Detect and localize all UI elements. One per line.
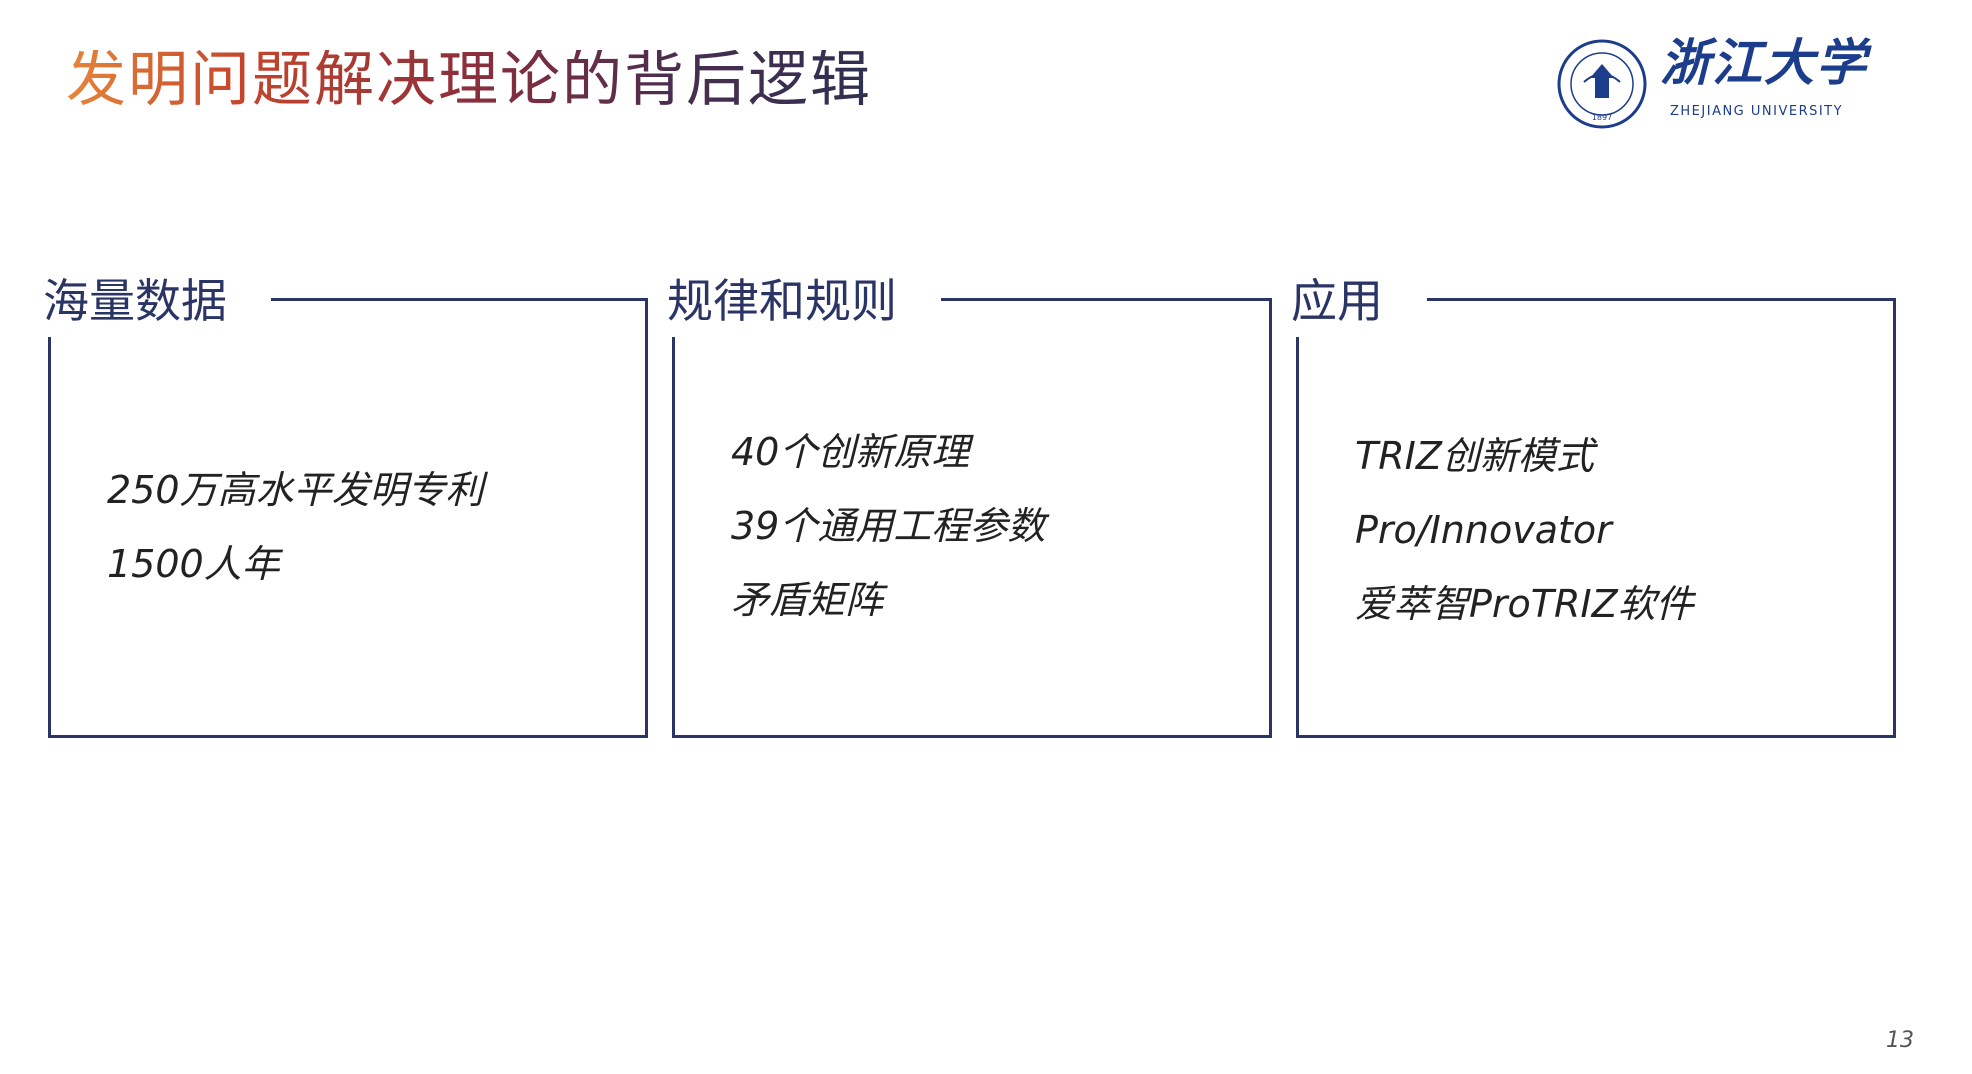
box-applications: 应用 TRIZ创新模式 Pro/Innovator 爱萃智ProTRIZ软件 — [1291, 265, 1896, 738]
box-item-list: 40个创新原理 39个通用工程参数 矛盾矩阵 — [731, 415, 1045, 637]
list-item: 1500人年 — [107, 542, 280, 586]
university-name-en: ZHEJIANG UNIVERSITY — [1670, 104, 1844, 119]
list-item: 矛盾矩阵 — [731, 578, 884, 622]
list-item: Pro/Innovator — [1355, 508, 1612, 552]
list-item: 250万高水平发明专利 — [107, 468, 484, 512]
university-seal-icon: 1897 — [1557, 39, 1647, 129]
list-item: 40个创新原理 — [731, 430, 970, 474]
page-number: 13 — [1886, 1028, 1914, 1053]
slide-title: 发明问题解决理论的背后逻辑 — [66, 45, 872, 115]
box-rules: 规律和规则 40个创新原理 39个通用工程参数 矛盾矩阵 — [667, 265, 1272, 738]
university-name-cn: 浙江大学 — [1660, 33, 1868, 92]
box-item-list: 250万高水平发明专利 1500人年 — [107, 453, 484, 601]
slide: 发明问题解决理论的背后逻辑 1897 浙江大学 ZHEJIANG UNIVERS… — [0, 0, 1972, 1074]
university-logo: 1897 浙江大学 ZHEJIANG UNIVERSITY — [1556, 38, 1896, 134]
box-label: 应用 — [1291, 265, 1427, 337]
list-item: TRIZ创新模式 — [1355, 434, 1594, 478]
box-label: 规律和规则 — [667, 265, 941, 337]
list-item: 39个通用工程参数 — [731, 504, 1046, 548]
list-item: 爱萃智ProTRIZ软件 — [1355, 582, 1694, 626]
box-massive-data: 海量数据 250万高水平发明专利 1500人年 — [43, 265, 648, 738]
box-item-list: TRIZ创新模式 Pro/Innovator 爱萃智ProTRIZ软件 — [1355, 419, 1694, 641]
box-label: 海量数据 — [43, 265, 271, 337]
seal-year: 1897 — [1592, 113, 1612, 122]
